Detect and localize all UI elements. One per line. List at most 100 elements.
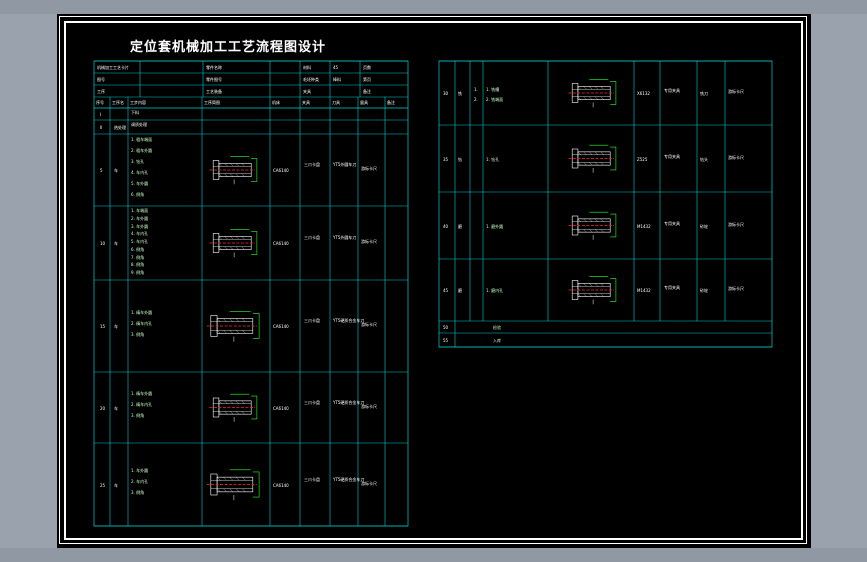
machine-text: CA6140 bbox=[273, 482, 289, 488]
hatch bbox=[589, 162, 593, 166]
step-text: 4. 车内孔 bbox=[131, 231, 149, 237]
step-text: 2. 车外圆 bbox=[131, 215, 149, 221]
machine-text: M1432 bbox=[637, 223, 651, 229]
hatch bbox=[229, 488, 233, 492]
hatch bbox=[577, 86, 581, 90]
header-cell: 零件名称 bbox=[206, 65, 222, 70]
hatch bbox=[230, 163, 234, 167]
hatch bbox=[224, 400, 228, 404]
hatch bbox=[600, 293, 604, 297]
header-cell: 工序 bbox=[97, 89, 105, 94]
column-header: 工步内容 bbox=[130, 100, 146, 105]
hatch bbox=[600, 229, 604, 233]
hatch bbox=[230, 173, 234, 177]
row-number: 40 bbox=[443, 223, 449, 229]
hatch bbox=[224, 411, 228, 415]
tool-text: YT5硬质合金车刀 bbox=[333, 399, 365, 405]
row-number: 30 bbox=[443, 91, 449, 96]
hatch bbox=[583, 218, 587, 222]
fixture-text: 三爪卡盘 bbox=[304, 235, 320, 240]
hatch bbox=[577, 293, 581, 297]
fixture-text: 三爪卡盘 bbox=[304, 476, 320, 482]
row-operation: 钻 bbox=[458, 156, 462, 162]
step-text: 2. 铣端面 bbox=[486, 97, 504, 102]
right-table-frame bbox=[438, 60, 773, 348]
hatch bbox=[224, 236, 228, 240]
row-number: 15 bbox=[100, 324, 106, 329]
hatch bbox=[230, 236, 234, 240]
hatch bbox=[577, 151, 581, 155]
hatch bbox=[583, 151, 587, 155]
row-number: 5 bbox=[100, 168, 103, 173]
hatch bbox=[235, 246, 239, 250]
machine-text: CA6140 bbox=[273, 324, 289, 329]
step-index: 2. bbox=[474, 97, 478, 102]
hatch bbox=[242, 477, 246, 481]
fixture-text: 专用夹具 bbox=[664, 88, 680, 93]
step-text: 入库 bbox=[493, 338, 501, 343]
step-text: 5. 车内孔 bbox=[131, 239, 149, 245]
gauge-text: 游标卡尺 bbox=[361, 322, 377, 327]
hatch bbox=[223, 477, 227, 481]
machine-text: Z525 bbox=[637, 156, 648, 162]
step-text: 1. 粗车端面 bbox=[131, 137, 153, 142]
step-text: 2. 精车内孔 bbox=[131, 320, 153, 326]
operation-sketch bbox=[568, 79, 617, 108]
header-cell: 机械加工工艺卡片 bbox=[97, 65, 129, 70]
tool-text: YT5硬质合金车刀 bbox=[333, 318, 365, 323]
step-text: 3. 钻孔 bbox=[131, 159, 145, 164]
hatch bbox=[241, 236, 245, 240]
hatch bbox=[218, 400, 222, 404]
hatch bbox=[594, 151, 598, 155]
gauge-text: 游标卡尺 bbox=[728, 154, 744, 160]
header-cell: 45 bbox=[333, 65, 339, 70]
hatch bbox=[594, 86, 598, 90]
gauge-text: 游标卡尺 bbox=[361, 480, 377, 486]
hatch bbox=[230, 246, 234, 250]
hatch bbox=[235, 236, 239, 240]
column-header: 工序名 bbox=[112, 100, 124, 105]
row-number: 10 bbox=[100, 241, 106, 246]
operation-sketch bbox=[209, 156, 258, 185]
hatch bbox=[589, 293, 593, 297]
tool-text: 铣刀 bbox=[700, 91, 708, 96]
hatch bbox=[223, 318, 227, 322]
step-text: 2. 粗车外圆 bbox=[131, 148, 153, 153]
step-text: 1. 磨外圆 bbox=[486, 223, 504, 229]
hatch bbox=[589, 229, 593, 233]
step-text: 1. 磨内孔 bbox=[486, 288, 504, 293]
tool-text: 砂轮 bbox=[700, 223, 708, 229]
hatch bbox=[224, 246, 228, 250]
row-operation: 车 bbox=[114, 482, 118, 488]
hatch bbox=[600, 151, 604, 155]
hatch bbox=[594, 96, 598, 100]
hatch bbox=[235, 330, 240, 334]
hatch bbox=[600, 218, 604, 222]
step-text: 6. 倒角 bbox=[131, 246, 145, 252]
step-text: 1. 铣槽 bbox=[486, 87, 500, 92]
hatch bbox=[589, 218, 593, 222]
row-operation: 热处理 bbox=[114, 125, 126, 130]
tool-text: 砂轮 bbox=[700, 288, 708, 293]
hatch bbox=[241, 246, 245, 250]
hatch bbox=[242, 318, 246, 322]
hatch bbox=[235, 318, 240, 322]
fixture-text: 专用夹具 bbox=[664, 153, 680, 159]
hatch bbox=[577, 283, 581, 287]
hatch bbox=[216, 330, 221, 334]
hatch bbox=[583, 86, 587, 90]
row-number: I bbox=[100, 112, 102, 117]
hatch bbox=[230, 400, 234, 404]
hatch bbox=[583, 96, 587, 100]
header-cell: 页数 bbox=[363, 65, 371, 70]
step-text: 3. 倒角 bbox=[131, 413, 145, 418]
left-table-frame bbox=[93, 60, 409, 527]
column-header: 刀具 bbox=[332, 100, 340, 105]
hatch bbox=[594, 293, 598, 297]
hatch bbox=[589, 283, 593, 287]
hatch bbox=[241, 400, 245, 404]
row-operation: 车 bbox=[114, 241, 118, 246]
hatch bbox=[216, 488, 221, 492]
header-cell: 夹具 bbox=[303, 89, 311, 94]
hatch bbox=[594, 229, 598, 233]
